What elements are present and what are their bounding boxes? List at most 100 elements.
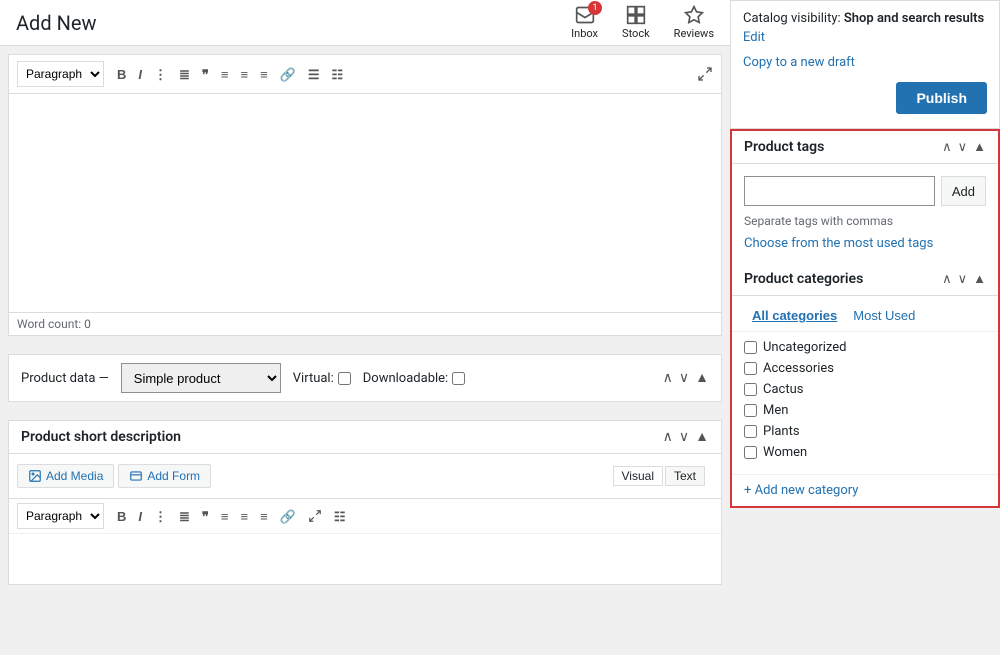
sd-blockquote-button[interactable]: ❞ [197,507,214,526]
tags-panel-header: Product tags ∧ ∨ ▲ [732,131,998,164]
align-center-button[interactable]: ≡ [236,65,254,84]
list-item: Plants [744,424,986,439]
tags-up-icon[interactable]: ∧ [942,141,952,154]
sd-link-button[interactable]: 🔗 [275,507,301,526]
publish-button[interactable]: Publish [896,82,987,114]
tab-all-categories[interactable]: All categories [744,304,845,327]
tag-hint: Separate tags with commas [744,214,986,228]
add-form-button[interactable]: Add Form [118,464,211,488]
sd-table-button[interactable]: ☷ [329,507,351,526]
sd-expand-button[interactable] [303,506,327,527]
italic-button[interactable]: I [133,65,147,84]
cat-checkbox-uncategorized[interactable] [744,341,757,354]
short-desc-title: Product short description [21,429,663,445]
inbox-icon-item[interactable]: 1 Inbox [571,5,598,40]
cat-tabs: All categories Most Used [732,296,998,332]
product-data-up-icon[interactable]: ∧ [663,371,673,385]
cat-checkbox-women[interactable] [744,446,757,459]
short-desc-down-icon[interactable]: ∨ [679,430,689,444]
cat-toggle-icon[interactable]: ▲ [973,273,986,286]
tags-toggle-icon[interactable]: ▲ [973,141,986,154]
list-item: Uncategorized [744,340,986,355]
catalog-visibility: Catalog visibility: Shop and search resu… [743,11,987,26]
list-item: Cactus [744,382,986,397]
sidebar: Catalog visibility: Shop and search resu… [730,0,1000,655]
product-data-label: Product data — [21,371,109,386]
product-data-controls: ∧ ∨ ▲ [663,371,709,385]
product-type-select[interactable]: Simple product [121,363,281,393]
cat-panel-title: Product categories [744,271,942,287]
blockquote-button[interactable]: ❞ [197,65,214,84]
publish-btn-row: Publish [743,82,987,118]
sd-italic-button[interactable]: I [133,507,147,526]
stock-icon [626,5,646,25]
edit-link[interactable]: Edit [743,30,987,45]
tags-down-icon[interactable]: ∨ [958,141,968,154]
short-desc-controls: ∧ ∨ ▲ [663,430,709,444]
cat-checkbox-men[interactable] [744,404,757,417]
tag-input-row: Add [744,176,986,206]
expand-icon[interactable] [697,66,713,82]
cat-checkbox-plants[interactable] [744,425,757,438]
short-desc-editor[interactable] [9,534,721,584]
list-item: Accessories [744,361,986,376]
cat-label: Plants [763,424,800,439]
word-count-bar: Word count: 0 [8,313,722,336]
add-media-button[interactable]: Add Media [17,464,114,488]
cat-checkbox-accessories[interactable] [744,362,757,375]
product-data-bar: Product data — Simple product Virtual: D… [8,354,722,402]
choose-tags-link[interactable]: Choose from the most used tags [744,236,933,251]
sd-align-center-button[interactable]: ≡ [236,507,254,526]
link-button[interactable]: 🔗 [275,65,301,84]
copy-draft-link[interactable]: Copy to a new draft [743,55,987,70]
cat-label: Uncategorized [763,340,846,355]
short-desc-toggle-icon[interactable]: ▲ [695,430,709,444]
cat-checkbox-cactus[interactable] [744,383,757,396]
short-description-section: Product short description ∧ ∨ ▲ Add Medi… [8,420,722,585]
tags-panel-controls: ∧ ∨ ▲ [942,141,986,154]
stock-icon-item[interactable]: Stock [622,5,650,40]
sd-align-left-button[interactable]: ≡ [216,507,234,526]
cat-up-icon[interactable]: ∧ [942,273,952,286]
align-left-button[interactable]: ≡ [216,65,234,84]
text-tab[interactable]: Text [665,466,705,486]
sd-align-right-button[interactable]: ≡ [255,507,273,526]
ul-button[interactable]: ⋮ [149,65,172,84]
sd-ol-button[interactable]: ≣ [174,507,195,526]
main-editor[interactable] [8,93,722,313]
align-right-button[interactable]: ≡ [255,65,273,84]
tab-most-used[interactable]: Most Used [845,304,923,327]
list-item: Women [744,445,986,460]
product-data-down-icon[interactable]: ∨ [679,371,689,385]
topbar-icons: 1 Inbox Stock Reviews [571,5,714,40]
cat-down-icon[interactable]: ∨ [958,273,968,286]
add-new-category-link[interactable]: + Add new category [732,474,998,506]
table-row-button[interactable]: ☰ [303,65,325,84]
downloadable-label: Downloadable: [363,371,465,386]
product-data-toggle-icon[interactable]: ▲ [695,371,709,385]
tag-input[interactable] [744,176,935,206]
sd-bold-button[interactable]: B [112,507,131,526]
short-desc-up-icon[interactable]: ∧ [663,430,673,444]
cat-label: Cactus [763,382,803,397]
add-tag-button[interactable]: Add [941,176,986,206]
table-button[interactable]: ☷ [327,65,349,84]
publish-panel-body: Catalog visibility: Shop and search resu… [731,1,999,128]
paragraph-select[interactable]: Paragraph [17,61,104,87]
ol-button[interactable]: ≣ [174,65,195,84]
short-desc-paragraph-select[interactable]: Paragraph [17,503,104,529]
list-item: Men [744,403,986,418]
tags-panel-title: Product tags [744,139,942,155]
reviews-label: Reviews [674,27,714,40]
short-desc-header: Product short description ∧ ∨ ▲ [9,421,721,454]
downloadable-checkbox[interactable] [452,372,465,385]
product-tags-panel: Product tags ∧ ∨ ▲ Add Separate tags wit… [730,129,1000,265]
visual-tab[interactable]: Visual [613,466,663,486]
sd-ul-button[interactable]: ⋮ [149,507,172,526]
bold-button[interactable]: B [112,65,131,84]
virtual-checkbox[interactable] [338,372,351,385]
catalog-visibility-value: Shop and search results [844,11,984,26]
publish-panel: Catalog visibility: Shop and search resu… [730,0,1000,129]
tags-panel-body: Add Separate tags with commas Choose fro… [732,164,998,263]
reviews-icon-item[interactable]: Reviews [674,5,714,40]
